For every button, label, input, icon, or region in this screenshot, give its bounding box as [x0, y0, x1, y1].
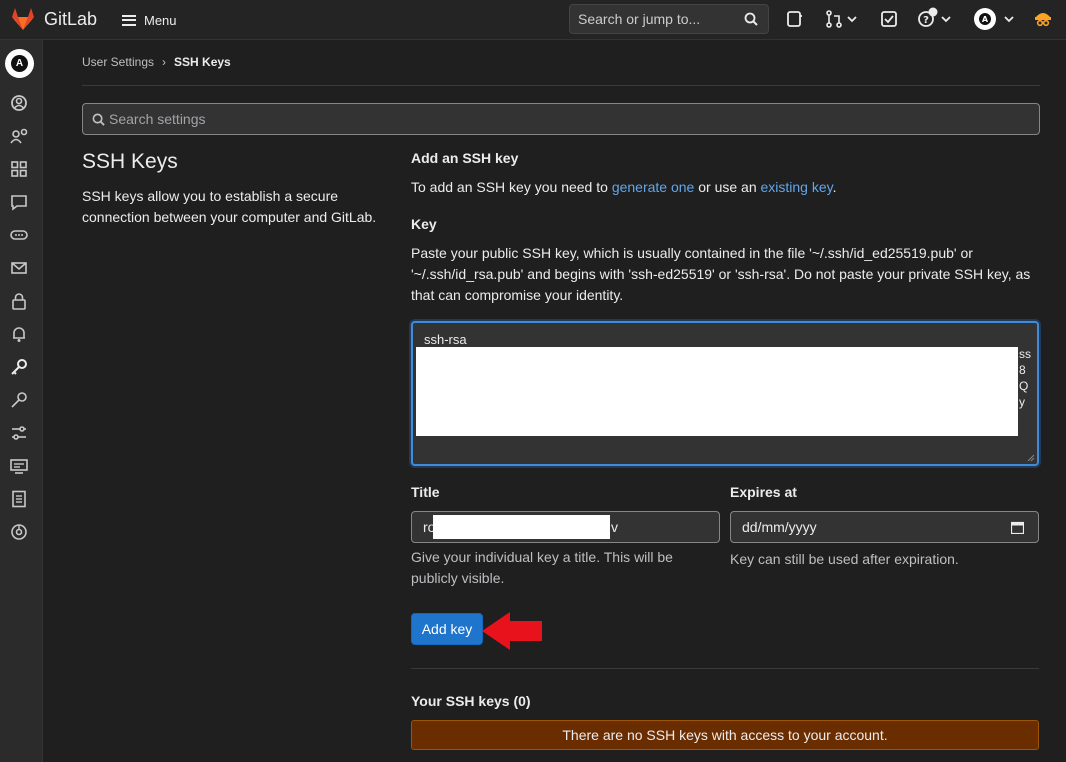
title-label: Title: [411, 484, 440, 500]
global-search-input[interactable]: Search or jump to...: [569, 4, 769, 34]
add-key-heading: Add an SSH key: [411, 150, 519, 166]
calendar-icon[interactable]: [1011, 521, 1024, 534]
authentication-log-icon[interactable]: [10, 490, 28, 508]
active-sessions-icon[interactable]: [10, 457, 28, 475]
access-tokens-icon[interactable]: [10, 226, 28, 244]
key-help-text: Paste your public SSH key, which is usua…: [411, 245, 1031, 303]
user-avatar[interactable]: A: [5, 49, 34, 78]
divider: [82, 85, 1040, 86]
gpg-keys-icon[interactable]: [10, 391, 28, 409]
add-key-intro: To add an SSH key you need to generate o…: [411, 179, 837, 195]
password-lock-icon[interactable]: [10, 292, 28, 310]
title-hint: Give your individual key a title. This w…: [411, 549, 673, 586]
breadcrumb-current[interactable]: SSH Keys: [174, 55, 231, 69]
breadcrumb-separator: ›: [162, 55, 167, 69]
chat-icon[interactable]: [10, 193, 28, 211]
intro-suffix: .: [832, 179, 837, 195]
redaction-block: [416, 347, 1018, 436]
svg-text:A: A: [982, 15, 989, 24]
svg-text:?: ?: [923, 15, 929, 26]
breadcrumb: User Settings › SSH Keys: [82, 55, 231, 69]
divider: [411, 668, 1039, 669]
section-description: SSH keys allow you to establish a secure…: [82, 188, 377, 225]
key-value-first-line: ssh-rsa: [424, 332, 467, 347]
expires-date-input[interactable]: dd/mm/yyyy: [730, 511, 1039, 543]
redaction-block: [433, 515, 610, 539]
profile-icon[interactable]: [10, 94, 28, 112]
existing-key-link[interactable]: existing key: [761, 179, 833, 195]
search-icon: [744, 12, 758, 26]
gitlab-logo-icon[interactable]: [10, 6, 36, 32]
help-icon[interactable]: ?: [917, 7, 953, 29]
settings-sidebar: A: [0, 40, 43, 762]
brand-name[interactable]: GitLab: [44, 9, 97, 30]
usage-quotas-icon[interactable]: [10, 523, 28, 541]
key-wrapped-fragment: ss 8 Qy: [1019, 347, 1031, 409]
applications-icon[interactable]: [10, 160, 28, 178]
no-keys-alert: There are no SSH keys with access to you…: [411, 720, 1039, 750]
ssh-keys-icon[interactable]: [10, 358, 28, 376]
intro-middle: or use an: [694, 179, 761, 195]
settings-search-input[interactable]: Search settings: [82, 103, 1040, 135]
emails-icon[interactable]: [10, 259, 28, 277]
expires-label: Expires at: [730, 484, 797, 500]
generate-one-link[interactable]: generate one: [612, 179, 695, 195]
add-key-button[interactable]: Add key: [411, 613, 483, 645]
menu-button[interactable]: Menu: [122, 9, 177, 31]
your-keys-heading: Your SSH keys (0): [411, 693, 531, 709]
breadcrumb-user-settings[interactable]: User Settings: [82, 55, 154, 69]
top-bar: GitLab Menu Search or jump to... ? A: [0, 0, 1066, 40]
title-input[interactable]: ro v: [411, 511, 720, 543]
global-search-placeholder: Search or jump to...: [578, 11, 701, 27]
red-arrow-annotation-icon: [482, 612, 542, 650]
menu-label: Menu: [144, 12, 177, 28]
hamburger-icon: [122, 14, 136, 26]
key-textarea[interactable]: ssh-rsa ss 8 Qy: [411, 321, 1039, 466]
merge-requests-icon[interactable]: [825, 10, 859, 28]
title-value-end: v: [611, 519, 618, 535]
tanuki-performance-icon[interactable]: [1033, 9, 1053, 29]
notifications-bell-icon[interactable]: [10, 325, 28, 343]
settings-search-placeholder: Search settings: [109, 111, 206, 127]
expires-placeholder: dd/mm/yyyy: [742, 519, 817, 535]
todos-icon[interactable]: [880, 10, 898, 28]
issues-icon[interactable]: [786, 10, 804, 28]
search-icon: [92, 113, 105, 126]
intro-prefix: To add an SSH key you need to: [411, 179, 612, 195]
resize-handle-icon[interactable]: [1027, 454, 1035, 462]
preferences-icon[interactable]: [10, 424, 28, 442]
section-title: SSH Keys: [82, 150, 178, 173]
key-label: Key: [411, 216, 437, 232]
expires-hint: Key can still be used after expiration.: [730, 551, 959, 567]
account-icon[interactable]: [10, 127, 28, 145]
user-avatar-icon[interactable]: A: [973, 7, 1017, 31]
